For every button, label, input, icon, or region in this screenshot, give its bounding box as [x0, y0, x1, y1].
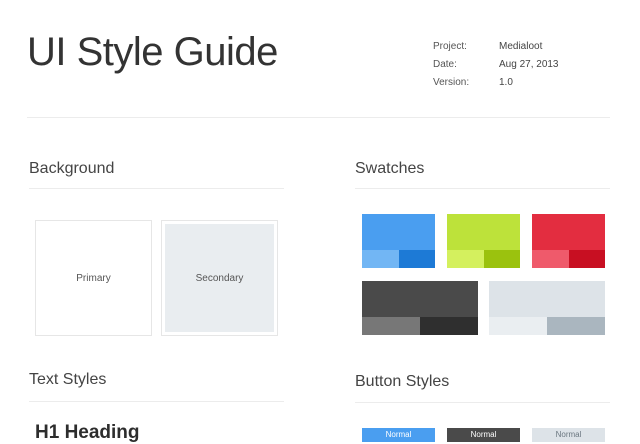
swatch-blue-dark [399, 250, 435, 268]
primary-background-swatch: Primary [36, 221, 151, 335]
background-heading: Background [29, 160, 115, 177]
meta-date-value: Aug 27, 2013 [499, 59, 559, 70]
meta-project-value: Medialoot [499, 41, 543, 52]
text-styles-heading: Text Styles [29, 371, 107, 388]
button-styles-heading: Button Styles [355, 373, 450, 390]
page-title: UI Style Guide [27, 30, 278, 74]
button-styles-divider [355, 402, 610, 403]
swatch-red [532, 214, 605, 250]
swatch-charcoal [362, 281, 478, 317]
header-divider [27, 117, 610, 118]
swatch-silver-light [489, 317, 547, 335]
secondary-background-swatch: Secondary [165, 224, 274, 332]
meta-project-key: Project: [433, 41, 467, 52]
swatch-charcoal-light [362, 317, 420, 335]
swatches-heading: Swatches [355, 160, 425, 177]
swatch-red-dark [569, 250, 605, 268]
swatch-green-dark [484, 250, 520, 268]
swatch-blue [362, 214, 435, 250]
swatch-green [447, 214, 520, 250]
primary-label: Primary [76, 272, 111, 284]
swatches-divider [355, 188, 610, 189]
meta-version-key: Version: [433, 77, 470, 88]
swatch-red-light [532, 250, 569, 268]
secondary-background-card: Secondary [161, 220, 278, 336]
meta-version-value: 1.0 [499, 77, 513, 88]
swatch-green-light [447, 250, 484, 268]
swatch-silver-dark [547, 317, 605, 335]
secondary-label: Secondary [195, 272, 244, 284]
swatch-blue-light [362, 250, 399, 268]
text-styles-divider [29, 401, 284, 402]
meta-date-key: Date: [433, 59, 457, 70]
background-divider [29, 188, 284, 189]
primary-background-card: Primary [35, 220, 152, 336]
swatch-silver [489, 281, 605, 317]
h1-heading-sample: H1 Heading [35, 422, 140, 443]
swatch-charcoal-dark [420, 317, 478, 335]
